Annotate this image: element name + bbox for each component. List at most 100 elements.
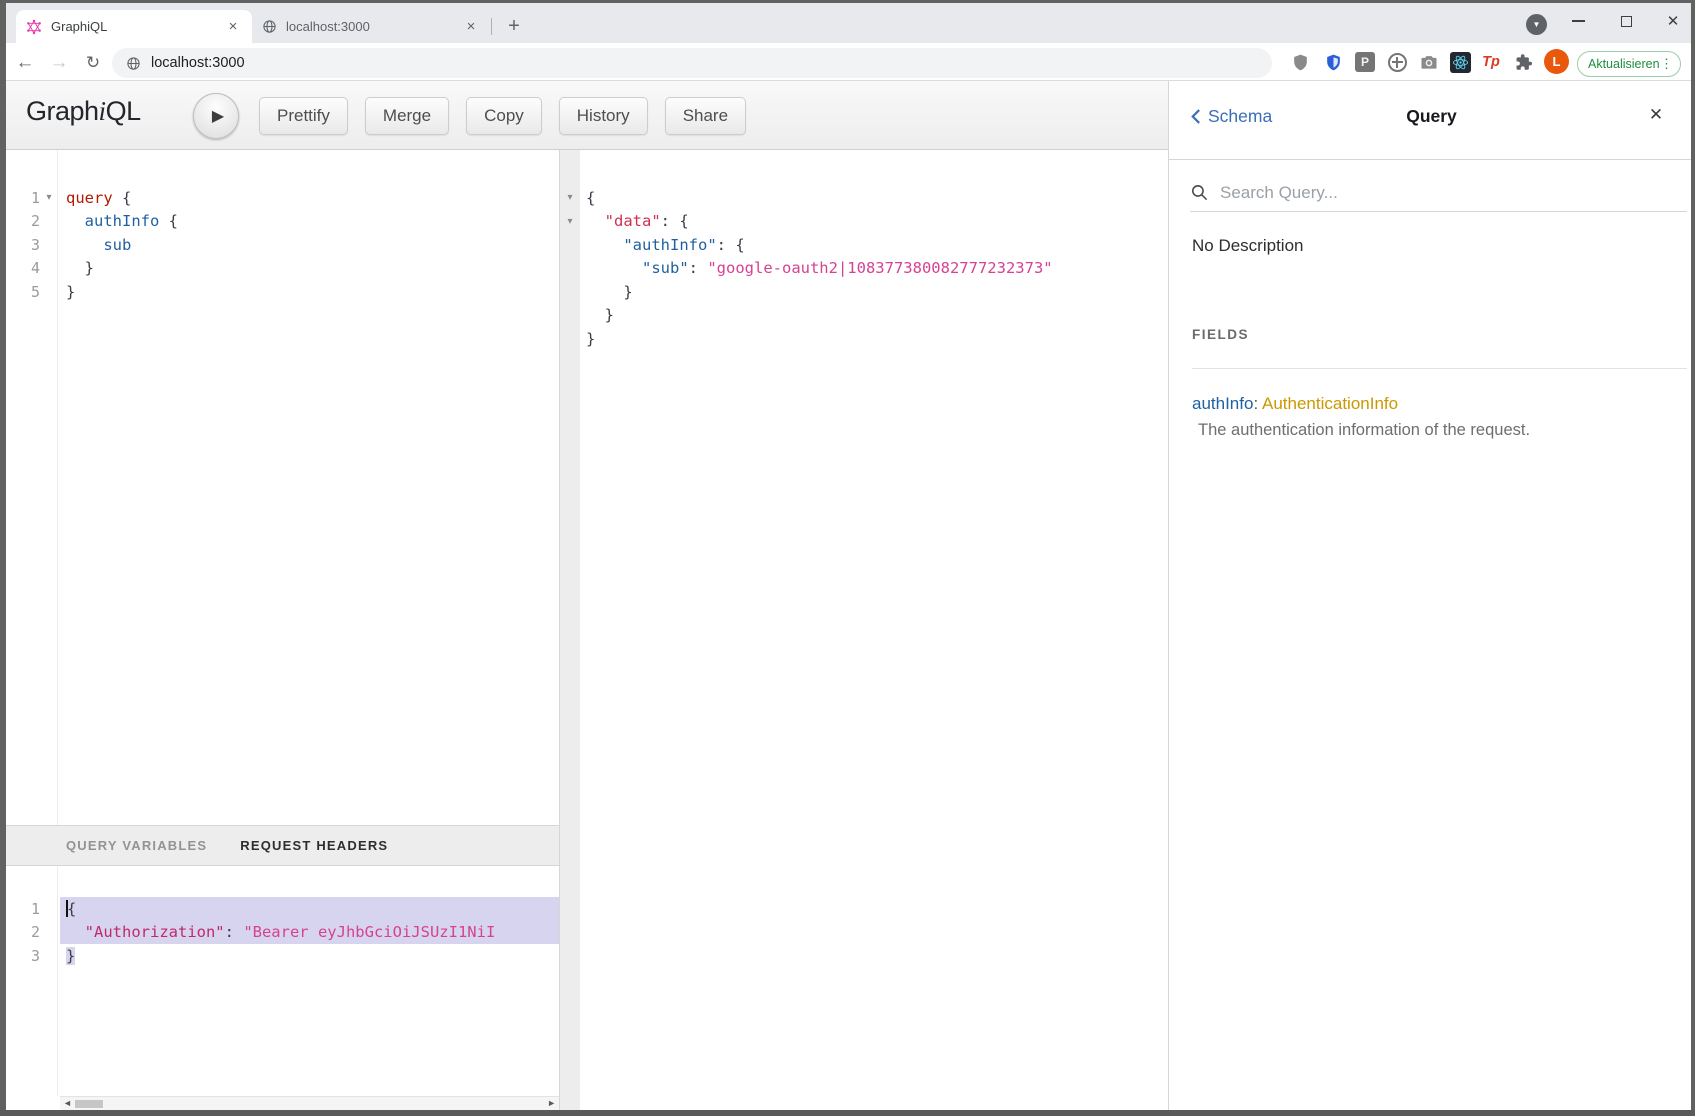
- extension-ublock-icon[interactable]: [1287, 49, 1313, 75]
- tab-request-headers[interactable]: REQUEST HEADERS: [240, 838, 388, 853]
- extension-tampermonkey-icon[interactable]: Tp: [1478, 49, 1504, 75]
- new-tab-button[interactable]: +: [501, 13, 527, 39]
- back-button[interactable]: ←: [12, 50, 38, 76]
- p-badge: P: [1355, 52, 1375, 72]
- secondary-editor-titlebar: QUERY VARIABLES REQUEST HEADERS: [6, 825, 559, 866]
- search-underline: [1190, 211, 1687, 212]
- line-number: 5: [6, 283, 40, 301]
- window-minimize-button[interactable]: [1565, 8, 1591, 34]
- doc-close-button[interactable]: ✕: [1642, 101, 1670, 129]
- execute-query-button[interactable]: ▶: [193, 93, 239, 139]
- profile-avatar[interactable]: L: [1544, 49, 1569, 74]
- line-number: 2: [6, 212, 40, 230]
- forward-button[interactable]: →: [46, 50, 72, 76]
- code-line: }: [60, 944, 559, 968]
- tab-query-variables[interactable]: QUERY VARIABLES: [66, 838, 207, 853]
- field-name-link[interactable]: authInfo: [1192, 394, 1253, 413]
- window-frame-right: [1691, 0, 1695, 1116]
- address-url: localhost:3000: [151, 55, 245, 71]
- tab-graphiql[interactable]: GraphiQL ×: [16, 10, 252, 43]
- doc-field-row: authInfo: AuthenticationInfo: [1192, 394, 1398, 414]
- line-number: 3: [6, 947, 40, 965]
- extension-bitwarden-icon[interactable]: [1320, 49, 1346, 75]
- browser-update-icon[interactable]: ▼: [1526, 14, 1547, 35]
- code-line: }: [586, 280, 1053, 304]
- window-frame-top: [0, 0, 1695, 3]
- fold-caret-icon[interactable]: ▾: [560, 210, 580, 234]
- query-line-numbers: 1▾ 2 3 4 5: [6, 186, 58, 304]
- tab-title: GraphiQL: [51, 19, 224, 34]
- line-number: 1: [6, 900, 40, 918]
- copy-button[interactable]: Copy: [466, 97, 542, 135]
- tp-badge: Tp: [1482, 54, 1500, 70]
- graphiql-logo: GraphiQL: [26, 96, 141, 127]
- tab-separator: [491, 18, 492, 35]
- extensions-puzzle-icon[interactable]: [1510, 49, 1536, 75]
- prettify-button[interactable]: Prettify: [259, 97, 348, 135]
- tab-close-icon[interactable]: ×: [462, 18, 480, 35]
- code-line: query {: [66, 186, 178, 210]
- fold-caret-icon[interactable]: ▾: [560, 186, 580, 210]
- tab-localhost[interactable]: localhost:3000 ×: [252, 10, 490, 43]
- globe-icon: [262, 19, 277, 34]
- window-frame-left: [0, 0, 6, 1116]
- tab-title: localhost:3000: [286, 19, 462, 34]
- doc-fields-category: FIELDS: [1192, 327, 1249, 342]
- scroll-right-icon[interactable]: ►: [547, 1098, 556, 1108]
- tab-close-icon[interactable]: ×: [224, 18, 242, 35]
- line-number: 1: [6, 189, 40, 207]
- extension-p-icon[interactable]: P: [1352, 49, 1378, 75]
- code-line: }: [586, 304, 1053, 328]
- history-button[interactable]: History: [559, 97, 648, 135]
- window-maximize-button[interactable]: [1613, 8, 1639, 34]
- doc-search-input[interactable]: [1220, 178, 1550, 208]
- merge-button[interactable]: Merge: [365, 97, 449, 135]
- result-fold-gutter: ▾ ▾: [559, 150, 580, 1110]
- line-number: 3: [6, 236, 40, 254]
- graphql-logo-icon: [26, 19, 42, 35]
- query-code[interactable]: query { authInfo { sub } }: [66, 186, 178, 304]
- browser-update-button[interactable]: Aktualisieren ⋮: [1577, 51, 1681, 77]
- tab-strip: GraphiQL × localhost:3000 × + ▼ ✕: [0, 0, 1695, 43]
- code-line: "sub": "google-oauth2|108377380082777232…: [586, 257, 1053, 281]
- code-line: sub: [66, 233, 178, 257]
- caret-down-icon: ▼: [1533, 20, 1541, 29]
- search-icon: [1190, 183, 1209, 202]
- move-cross-icon: [1388, 53, 1407, 72]
- code-line-selected: "Authorization": "Bearer eyJhbGciOiJSUzI…: [60, 921, 559, 945]
- extension-react-devtools-icon[interactable]: [1447, 49, 1473, 75]
- code-line: authInfo {: [66, 210, 178, 234]
- horizontal-scrollbar[interactable]: ◄ ►: [60, 1096, 559, 1110]
- scroll-left-icon[interactable]: ◄: [63, 1098, 72, 1108]
- react-atom-icon: [1450, 52, 1471, 73]
- headers-code[interactable]: { "Authorization": "Bearer eyJhbGciOiJSU…: [60, 897, 559, 968]
- code-line-selected: {: [60, 897, 559, 921]
- play-icon: ▶: [212, 106, 224, 126]
- address-bar[interactable]: localhost:3000: [112, 48, 1272, 78]
- share-button[interactable]: Share: [665, 97, 746, 135]
- code-line: {: [586, 186, 1053, 210]
- extension-screenshot-icon[interactable]: [1416, 49, 1442, 75]
- reload-button[interactable]: ↻: [80, 50, 106, 76]
- headers-line-numbers: 1 2 3: [6, 897, 58, 968]
- code-line: "authInfo": {: [586, 233, 1053, 257]
- scrollbar-thumb[interactable]: [75, 1100, 103, 1108]
- fields-divider: [1192, 368, 1687, 369]
- graphiql-toolbar: Prettify Merge Copy History Share: [259, 97, 746, 135]
- window-frame-bottom: [0, 1110, 1695, 1116]
- field-type-link[interactable]: AuthenticationInfo: [1262, 394, 1398, 413]
- code-line: }: [66, 280, 178, 304]
- doc-no-description: No Description: [1192, 236, 1304, 256]
- line-number: 4: [6, 259, 40, 277]
- update-label: Aktualisieren: [1588, 57, 1660, 71]
- line-number: 2: [6, 923, 40, 941]
- minimize-icon: [1572, 20, 1585, 22]
- fold-caret-icon[interactable]: ▾: [40, 192, 58, 203]
- browser-window: GraphiQL × localhost:3000 × + ▼ ✕ ← → ↻: [0, 0, 1695, 1116]
- field-description: The authentication information of the re…: [1198, 421, 1530, 440]
- doc-title: Query: [1168, 106, 1695, 127]
- extension-move-icon[interactable]: [1384, 49, 1410, 75]
- globe-icon: [126, 56, 141, 71]
- window-close-button[interactable]: ✕: [1660, 8, 1686, 34]
- code-line: "data": {: [586, 210, 1053, 234]
